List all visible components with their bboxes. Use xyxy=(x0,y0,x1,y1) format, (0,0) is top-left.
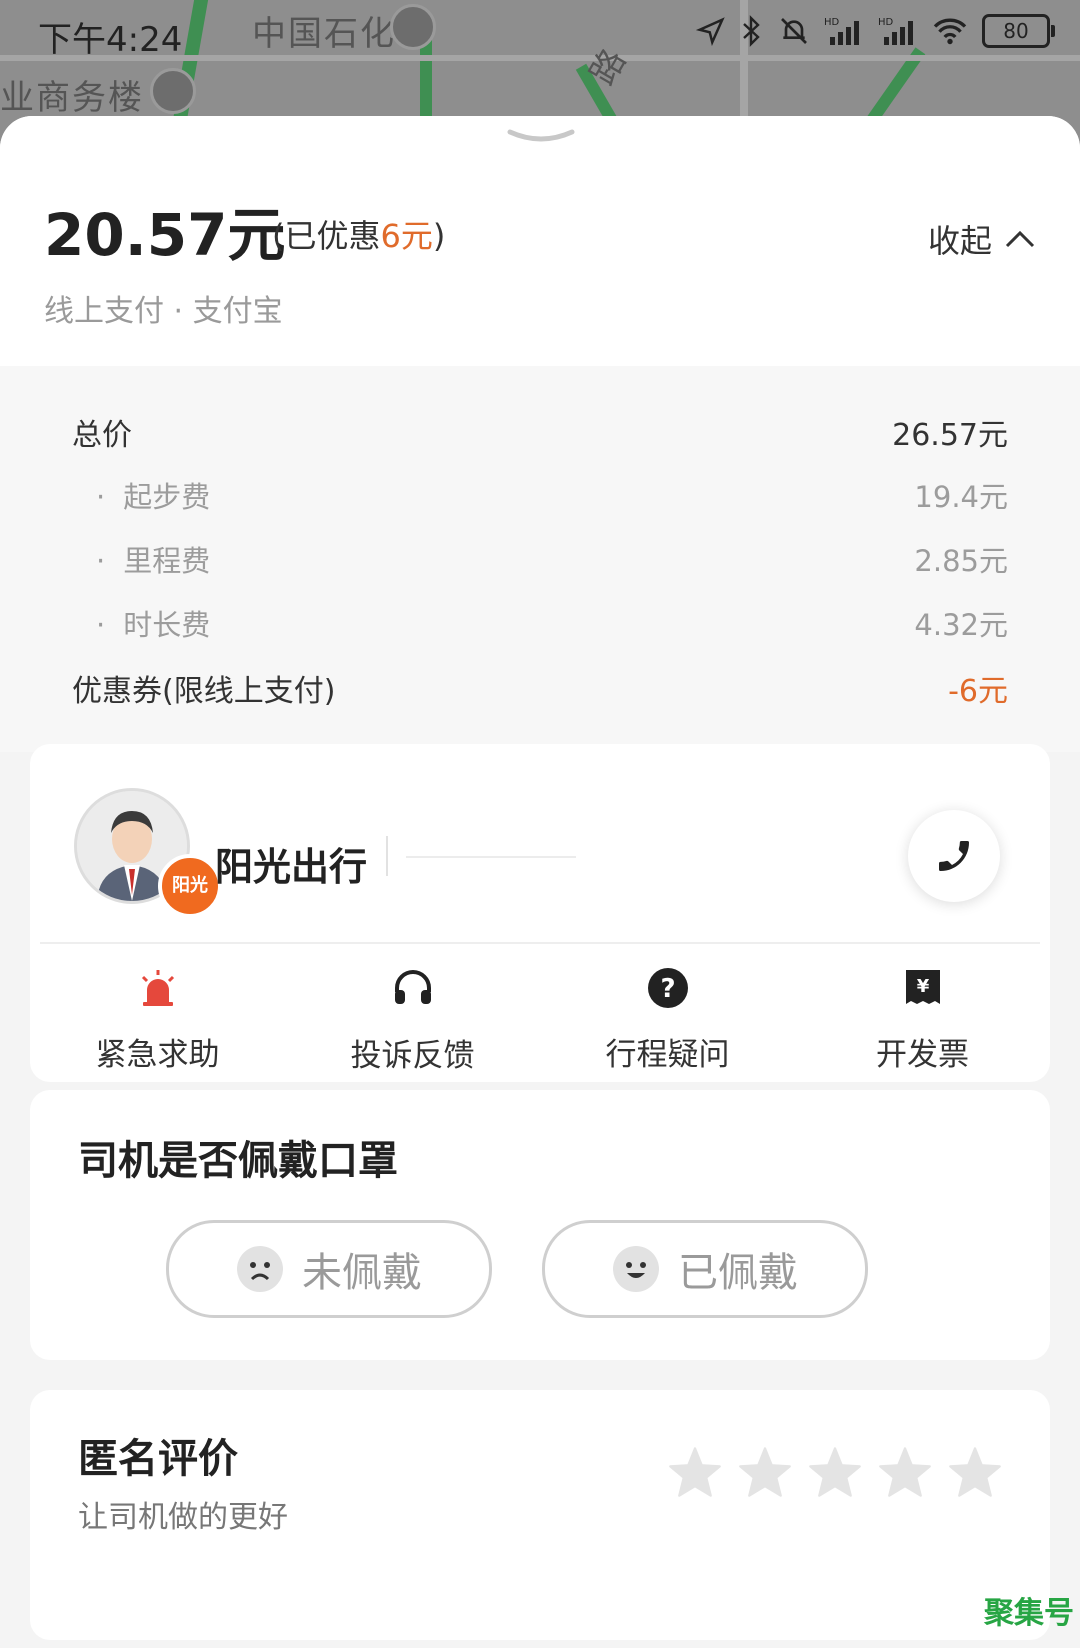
collapse-label: 收起 xyxy=(927,222,992,260)
chevron-up-icon xyxy=(1005,230,1035,248)
mask-question-card: 司机是否佩戴口罩 未佩戴 已佩戴 xyxy=(30,1090,1050,1360)
fare-value: 4.32元 xyxy=(914,608,1008,642)
svg-text:¥: ¥ xyxy=(916,976,929,997)
trip-question-button[interactable]: ? 行程疑问 xyxy=(540,954,795,1074)
trip-actions: 紧急求助 投诉反馈 ? 行程疑问 ¥ 开发票 xyxy=(30,954,1050,1074)
fare-row-distance: · 里程费 2.85元 xyxy=(96,538,1008,580)
status-icons: HD HD 80 xyxy=(696,14,1055,48)
phone-icon xyxy=(939,841,969,871)
fare-value: 2.85元 xyxy=(914,544,1008,578)
fare-value: 19.4元 xyxy=(914,480,1008,514)
driver-name: 阳光出行 xyxy=(215,845,368,889)
location-arrow-icon xyxy=(696,17,725,46)
action-label: 投诉反馈 xyxy=(350,1038,475,1074)
mute-bell-icon xyxy=(781,18,807,44)
status-time: 下午4:24 xyxy=(38,20,183,60)
alarm-icon xyxy=(141,969,174,1006)
watermark-logo: 聚集号 xyxy=(984,1596,1074,1631)
discount-amount: 6元 xyxy=(380,217,433,255)
star-icon-5[interactable] xyxy=(948,1446,1002,1498)
fare-label: 里程费 xyxy=(123,544,211,578)
payment-summary: 20.57元 (已优惠6元) 线上支付 · 支付宝 收起 xyxy=(0,116,1080,366)
complaint-feedback-button[interactable]: 投诉反馈 xyxy=(285,954,540,1074)
fare-value: 26.57元 xyxy=(892,418,1008,453)
not-worn-button[interactable]: 未佩戴 xyxy=(166,1220,492,1318)
signal-hd-icon-2: HD xyxy=(878,17,913,45)
smile-face-icon xyxy=(613,1246,659,1292)
fare-row-duration: · 时长费 4.32元 xyxy=(96,602,1008,644)
fare-label: 总价 xyxy=(72,418,132,453)
wifi-icon xyxy=(933,18,967,45)
sheet-handle-chevron-icon[interactable] xyxy=(506,128,576,148)
fare-row-total: 总价 26.57元 xyxy=(72,410,1008,454)
question-icon: ? xyxy=(647,967,688,1008)
action-label: 行程疑问 xyxy=(605,1037,730,1073)
discount-note: (已优惠6元) xyxy=(272,211,445,257)
collapse-button[interactable]: 收起 xyxy=(928,216,1036,262)
rating-title: 匿名评价 xyxy=(78,1436,238,1482)
star-icon-3[interactable] xyxy=(808,1446,862,1498)
discount-prefix: (已优惠 xyxy=(272,217,381,255)
star-rating xyxy=(668,1446,1002,1498)
svg-text:HD: HD xyxy=(824,17,840,28)
worn-button[interactable]: 已佩戴 xyxy=(542,1220,868,1318)
call-driver-button[interactable] xyxy=(908,810,1000,902)
mask-question-title: 司机是否佩戴口罩 xyxy=(78,1138,398,1184)
not-worn-label: 未佩戴 xyxy=(302,1250,422,1296)
sad-face-icon xyxy=(237,1246,283,1292)
fare-value: -6元 xyxy=(948,674,1008,709)
emergency-help-button[interactable]: 紧急求助 xyxy=(30,954,285,1074)
fare-row-base: · 起步费 19.4元 xyxy=(96,474,1008,516)
paid-price: 20.57元 xyxy=(44,201,286,269)
driver-separator xyxy=(386,836,388,876)
card-divider xyxy=(40,942,1040,944)
star-icon-4[interactable] xyxy=(878,1446,932,1498)
map-label-building: 业商务楼 xyxy=(0,78,144,118)
action-label: 开发票 xyxy=(876,1037,969,1073)
battery-indicator: 80 xyxy=(982,14,1055,48)
signal-hd-icon: HD xyxy=(824,17,859,45)
fare-label: 时长费 xyxy=(123,608,211,642)
bluetooth-icon xyxy=(743,15,760,47)
payment-method: 线上支付 · 支付宝 xyxy=(44,294,283,329)
anonymous-rating-card: 匿名评价 让司机做的更好 xyxy=(30,1390,1050,1640)
star-icon-1[interactable] xyxy=(668,1446,722,1498)
star-icon-2[interactable] xyxy=(738,1446,792,1498)
invoice-button[interactable]: ¥ 开发票 xyxy=(795,954,1050,1074)
headset-icon xyxy=(394,970,431,1004)
action-label: 紧急求助 xyxy=(95,1037,220,1073)
driver-info-placeholder xyxy=(406,856,576,858)
invoice-icon: ¥ xyxy=(905,969,940,1004)
discount-suffix: ) xyxy=(432,217,446,255)
svg-text:HD: HD xyxy=(878,17,894,28)
fare-row-coupon: 优惠券(限线上支付) -6元 xyxy=(72,666,1008,710)
building-icon xyxy=(150,68,196,114)
driver-badge: 阳光 xyxy=(158,854,222,918)
svg-text:?: ? xyxy=(660,974,675,1004)
worn-label: 已佩戴 xyxy=(678,1250,798,1296)
fare-label: 起步费 xyxy=(123,480,211,514)
driver-card: 阳光 阳光出行 紧急求助 投诉反馈 ? 行程疑问 ¥ 开发票 xyxy=(30,744,1050,1082)
rating-subtitle: 让司机做的更好 xyxy=(78,1500,288,1535)
fare-label: 优惠券(限线上支付) xyxy=(72,674,336,709)
status-bar: 下午4:24 HD HD 80 xyxy=(0,0,1080,68)
trip-detail-sheet: 20.57元 (已优惠6元) 线上支付 · 支付宝 收起 总价 26.57元 ·… xyxy=(0,116,1080,1648)
fare-breakdown: 总价 26.57元 · 起步费 19.4元 · 里程费 2.85元 · 时长费 4.3… xyxy=(0,366,1080,752)
